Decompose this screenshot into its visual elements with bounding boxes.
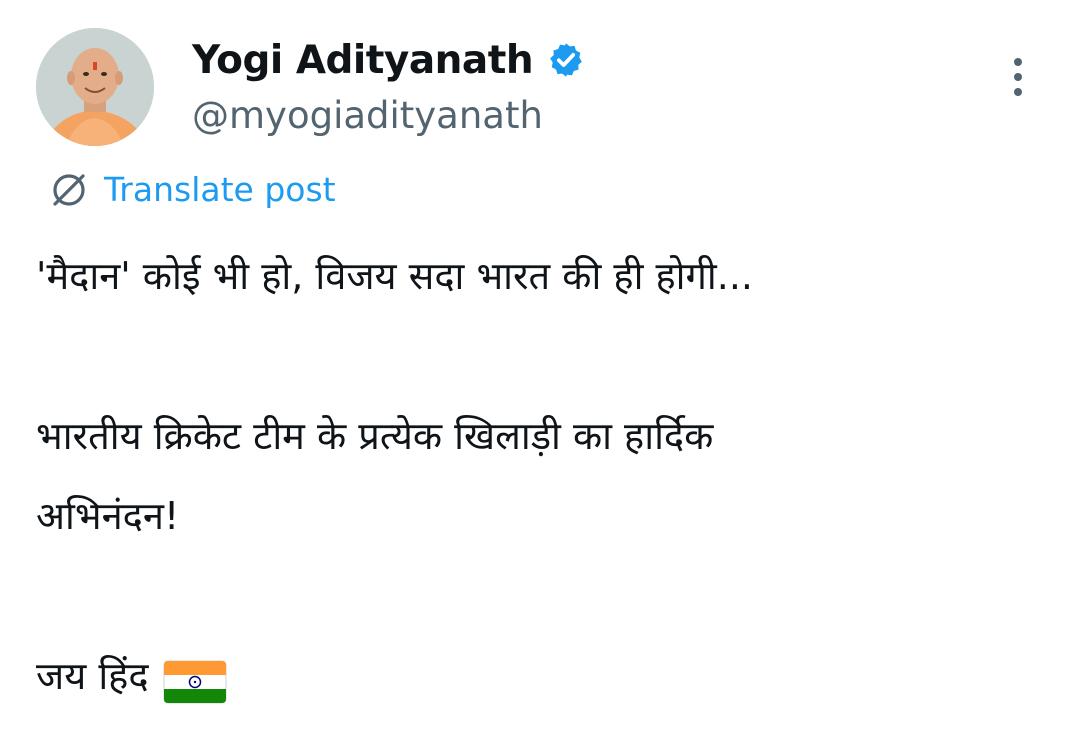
author-display-name[interactable]: Yogi Adityanath [192,38,534,83]
post-text-line: 'मैदान' कोई भी हो, विजय सदा भारत की ही ह… [36,254,753,298]
avatar-photo [36,28,154,146]
translate-post-link[interactable]: Translate post [46,166,336,212]
more-options-icon[interactable] [1004,56,1034,98]
author-handle[interactable]: @myogiadityanath [192,94,585,137]
globe-translate-icon [46,166,92,212]
post-text-line: जय हिंद [36,654,149,698]
post-text-line: अभिनंदन! [36,494,180,538]
author-avatar[interactable] [36,28,154,146]
post-text-blank-line [36,556,1046,636]
post-text: 'मैदान' कोई भी हो, विजय सदा भारत की ही ह… [36,236,1046,716]
verified-badge-icon [547,41,585,79]
translate-post-label: Translate post [104,169,336,209]
india-flag-icon [163,652,227,703]
name-row: Yogi Adityanath [192,32,585,88]
post-text-last-line: जय हिंद [36,636,1046,716]
author-header: Yogi Adityanath @myogiadityanath [192,32,585,137]
post-text-blank-line [36,316,1046,396]
post-text-line: भारतीय क्रिकेट टीम के प्रत्येक खिलाड़ी क… [36,414,714,458]
